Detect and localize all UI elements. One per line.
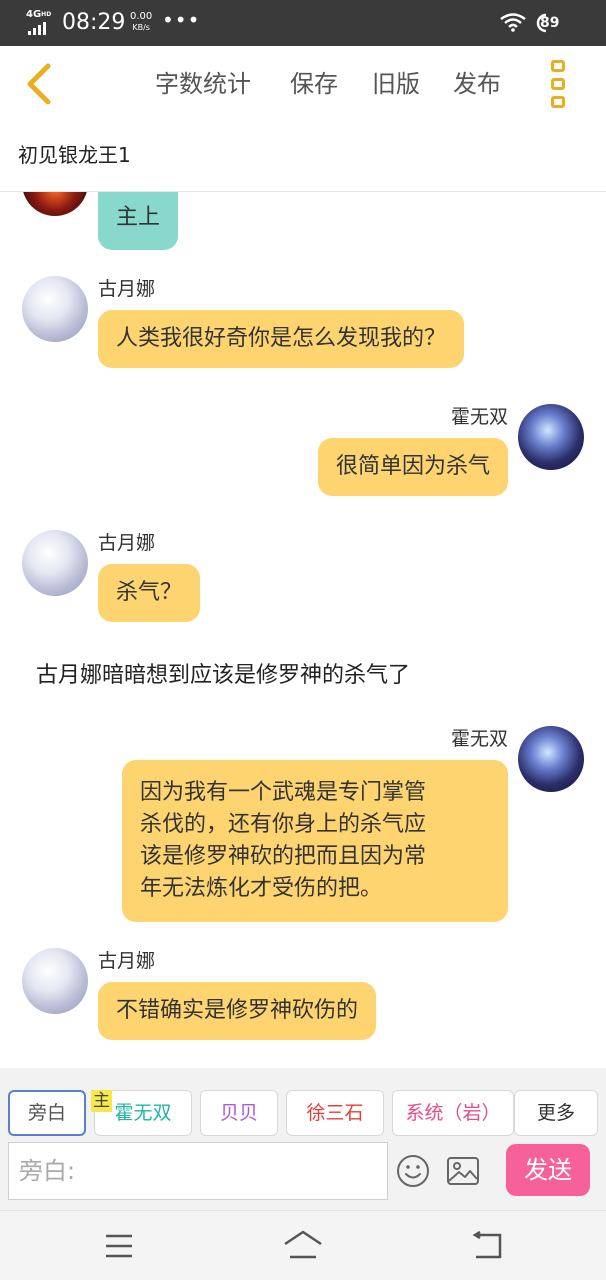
clock: 08:29 [62,10,126,35]
editor-toolbar: 字数统计 保存 旧版 发布 [0,46,606,122]
network-speed-value: 0.00 [130,11,153,22]
role-beibei[interactable]: 贝贝 [200,1090,278,1136]
signal-icon: 4GHD [26,9,56,35]
avatar[interactable] [22,530,88,596]
message-bubble[interactable]: 因为我有一个武魂是专门掌管 杀伐的，还有你身上的杀气应 该是修罗神砍的把而且因为… [122,760,508,922]
message-bubble[interactable]: 不错确实是修罗神砍伤的 [98,982,377,1040]
composer-panel: 旁白 霍无双 主 贝贝 徐三石 系统（岩） 更多 发送 [0,1068,606,1210]
message-bubble[interactable]: 主上 [98,192,179,250]
avatar[interactable] [22,276,88,342]
image-icon [447,1157,479,1185]
send-button[interactable]: 发送 [506,1144,590,1196]
message-input[interactable] [9,1143,387,1199]
emoji-icon [397,1155,429,1187]
role-system[interactable]: 系统（岩） [392,1090,514,1136]
message-line: 年无法炼化才受伤的把。 [140,876,383,901]
publish-button[interactable]: 发布 [453,66,501,102]
avatar[interactable] [518,726,584,792]
message-line: 该是修罗神砍的把而且因为常 [140,844,427,869]
wifi-icon [500,12,526,32]
system-nav-bar [0,1210,606,1280]
chat-list[interactable]: 主上 古月娜 人类我很好奇你是怎么发现我的？ 霍无双 很简单因为杀气 古月娜 杀… [0,192,606,1068]
role-label: 霍无双 [114,1102,172,1124]
more-menu-button[interactable] [544,58,572,110]
avatar[interactable] [22,948,88,1014]
back-icon [472,1230,502,1259]
old-version-button[interactable]: 旧版 [372,66,420,102]
status-more-dots: ••• [162,8,201,32]
role-label: 贝贝 [219,1102,258,1124]
message-bubble[interactable]: 杀气？ [98,564,201,622]
battery-level: 89 [540,15,560,31]
network-speed: 0.00 KB/s [130,11,152,33]
message-bubble[interactable]: 人类我很好奇你是怎么发现我的？ [98,310,465,368]
nav-home-button[interactable] [282,1229,324,1261]
sender-name: 古月娜 [98,278,156,300]
network-type: 4G [26,9,42,20]
avatar[interactable] [518,404,584,470]
save-button[interactable]: 保存 [290,66,338,102]
sender-name: 霍无双 [450,406,508,428]
role-label: 徐三石 [306,1102,364,1124]
narration-text[interactable]: 古月娜暗暗想到应该是修罗神的杀气了 [36,660,410,692]
battery-icon: 89 [536,13,572,33]
message-line: 杀伐的，还有你身上的杀气应 [140,812,427,837]
role-xu-sanshi[interactable]: 徐三石 [286,1090,384,1136]
image-button[interactable] [446,1156,480,1186]
role-label: 系统（岩） [405,1102,501,1124]
network-hd: HD [41,11,52,18]
sender-name: 古月娜 [98,532,156,554]
host-badge: 主 [91,1090,112,1112]
network-speed-unit: KB/s [132,23,150,32]
message-input-box[interactable] [8,1142,388,1200]
chevron-left-icon [27,63,51,105]
document-title: 初见银龙王1 [18,143,131,167]
more-roles-button[interactable]: 更多 [514,1090,598,1136]
message-bubble[interactable]: 很简单因为杀气 [317,438,508,496]
sender-name: 霍无双 [450,728,508,750]
status-bar: 4GHD 08:29 0.00 KB/s ••• 89 [0,0,606,46]
role-label: 更多 [536,1102,575,1124]
home-icon [284,1230,322,1259]
sender-name: 古月娜 [98,950,156,972]
back-button[interactable] [18,60,62,108]
nav-menu-button[interactable] [104,1233,134,1259]
nav-back-button[interactable] [470,1230,504,1261]
role-narrator[interactable]: 旁白 [8,1090,86,1136]
message-line: 因为我有一个武魂是专门掌管 [140,780,427,805]
word-count-button[interactable]: 字数统计 [155,66,251,102]
role-label: 旁白 [27,1102,66,1124]
emoji-button[interactable] [396,1154,430,1188]
menu-icon [106,1234,132,1258]
avatar[interactable] [22,192,88,216]
